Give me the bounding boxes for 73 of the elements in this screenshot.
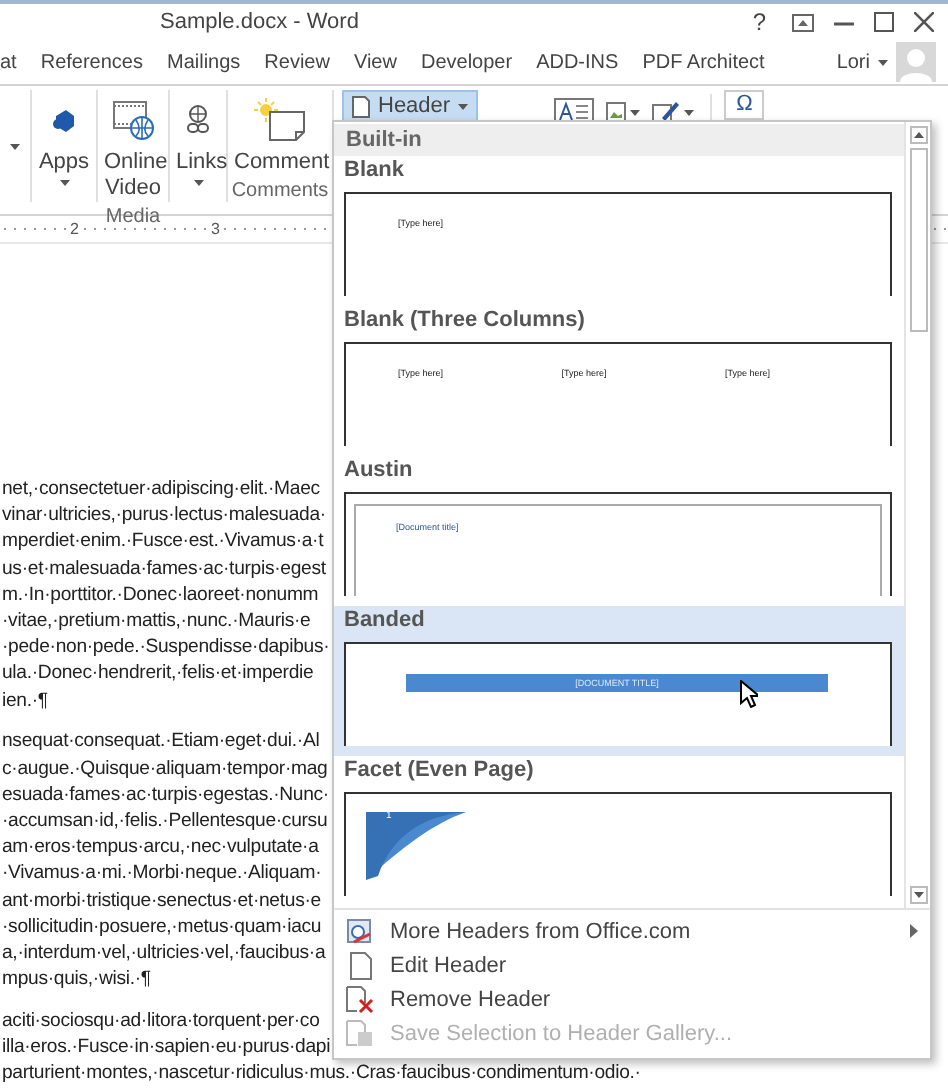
mouse-pointer-icon (740, 680, 758, 708)
help-button[interactable]: ? (746, 8, 772, 36)
caret-icon (684, 109, 695, 115)
ruler-number: 3 (208, 220, 222, 238)
group-label: Comments (229, 180, 331, 202)
caret-icon (458, 103, 469, 109)
remove-header-icon (346, 985, 374, 1013)
ribbon-tab[interactable]: Review (264, 45, 330, 79)
document-text-line: ·accumsan·id,·felis.·Pellentesque·cursu (2, 807, 328, 835)
gallery-item-title: Blank (Three Columns) (344, 306, 585, 336)
gallery-item-title: Austin (344, 456, 413, 486)
link-icon (184, 104, 212, 136)
ribbon-button[interactable]: Comment (228, 90, 332, 180)
section-heading: Built-in (334, 124, 904, 156)
document-text-line: ·Vivamus·a·mi.·Morbi·neque.·Aliquam· (2, 860, 322, 888)
document-text-line: am·eros·tempus·arcu,·nec·vulputate·a (2, 834, 319, 861)
group-label: Media (103, 206, 163, 228)
scroll-thumb[interactable] (909, 148, 927, 332)
video-icon (111, 100, 155, 140)
document-text-line: ·sollicitudin·posuere,·metus·quam·iacu (2, 913, 322, 940)
ribbon-button[interactable]: Apps (32, 90, 96, 202)
document-text-line: ula.·Donec·hendrerit,·felis·et·imperdie (2, 660, 314, 688)
menu-item[interactable]: More Headers from Office.com (334, 914, 930, 948)
gallery-item-title: Banded (344, 606, 425, 636)
document-text-line: aciti·sociosqu·ad·litora·torquent·per·co (2, 1007, 320, 1035)
document-text-line: mperdiet·enim.·Fusce·est.·Vivamus·a·t (2, 528, 324, 556)
ribbon-button[interactable]: Links (170, 90, 226, 202)
menu-item[interactable]: Edit Header (334, 948, 930, 982)
scroll-down-icon[interactable] (909, 886, 927, 904)
close-icon[interactable] (914, 12, 934, 32)
document-text-line: mpus·quis,·wisi.·¶ (2, 966, 151, 993)
document-text-line: nsequat·consequat.·Etiam·eget·dui.·Al (2, 728, 320, 756)
gallery-item-title: Blank (344, 156, 404, 186)
window-title: Sample.docx - Word (158, 10, 361, 34)
account-name[interactable]: Lori (836, 51, 870, 73)
maximize-icon[interactable] (874, 12, 894, 32)
symbol-button[interactable]: Ω (724, 90, 765, 120)
office-icon (346, 917, 374, 945)
ribbon-options-icon[interactable] (792, 13, 814, 31)
document-text-line: c·augue.·Quisque·aliquam·tempor·mag (2, 755, 328, 782)
document-text-line: a,·interdum·vel,·ultricies·vel,·faucibus·a (2, 939, 326, 967)
scroll-up-icon[interactable] (909, 126, 927, 144)
caret-icon (630, 109, 641, 115)
document-text-line: ant·morbi·tristique·senectus·et·netus·e (2, 887, 321, 914)
caret-icon (878, 59, 888, 65)
document-text-line: parturient·montes,·nascetur·ridiculus·mus.·Cras·faucibus·condimentum·odio.· (2, 1060, 641, 1087)
ribbon-tab[interactable]: ADD-INS (536, 45, 619, 79)
document-text-line: ·vitae,·pretium·mattis,·nunc.·Mauris·e (2, 608, 311, 635)
caret-icon (10, 143, 20, 149)
document-text-line: ·pede·non·pede.·Suspendisse·dapibus· (2, 634, 330, 661)
gallery-item-title: Facet (Even Page) (344, 756, 534, 786)
header-button[interactable]: Header (342, 90, 479, 122)
ribbon-tab[interactable]: at (0, 45, 17, 79)
save-selection-icon (346, 1019, 374, 1047)
ribbon-tab[interactable]: View (353, 45, 397, 79)
ribbon-tab[interactable]: Mailings (166, 45, 241, 79)
document-text-line: net,·consectetuer·adipiscing·elit.·Maec (2, 476, 320, 503)
ribbon-tab[interactable]: Developer (420, 45, 513, 79)
menu-item[interactable]: Remove Header (334, 982, 930, 1016)
document-text-line: illa·eros.·Fusce·in·sapien·eu·purus·dapi (2, 1034, 331, 1061)
page-icon (349, 951, 371, 979)
apps-icon (50, 106, 78, 134)
comment-icon (254, 98, 306, 142)
document-text-line: vinar·ultricies,·purus·lectus·malesuada· (2, 502, 326, 529)
ruler-number: 2 (68, 220, 81, 238)
ribbon-tab[interactable]: PDF Architect (642, 45, 765, 79)
document-text-line: esuada·fames·ac·turpis·egestas.·Nunc· (2, 781, 329, 808)
ribbon-tab[interactable]: References (40, 45, 143, 79)
document-text-line: us·et·malesuada·fames·ac·turpis·egest (2, 555, 326, 582)
picture-icon[interactable] (606, 101, 627, 123)
ribbon-button[interactable]: Online Video (98, 90, 168, 206)
document-text-line: ien.·¶ (2, 687, 48, 714)
document-text-line: m.·In·porttitor.·Donec·laoreet·nonumm (2, 581, 319, 609)
